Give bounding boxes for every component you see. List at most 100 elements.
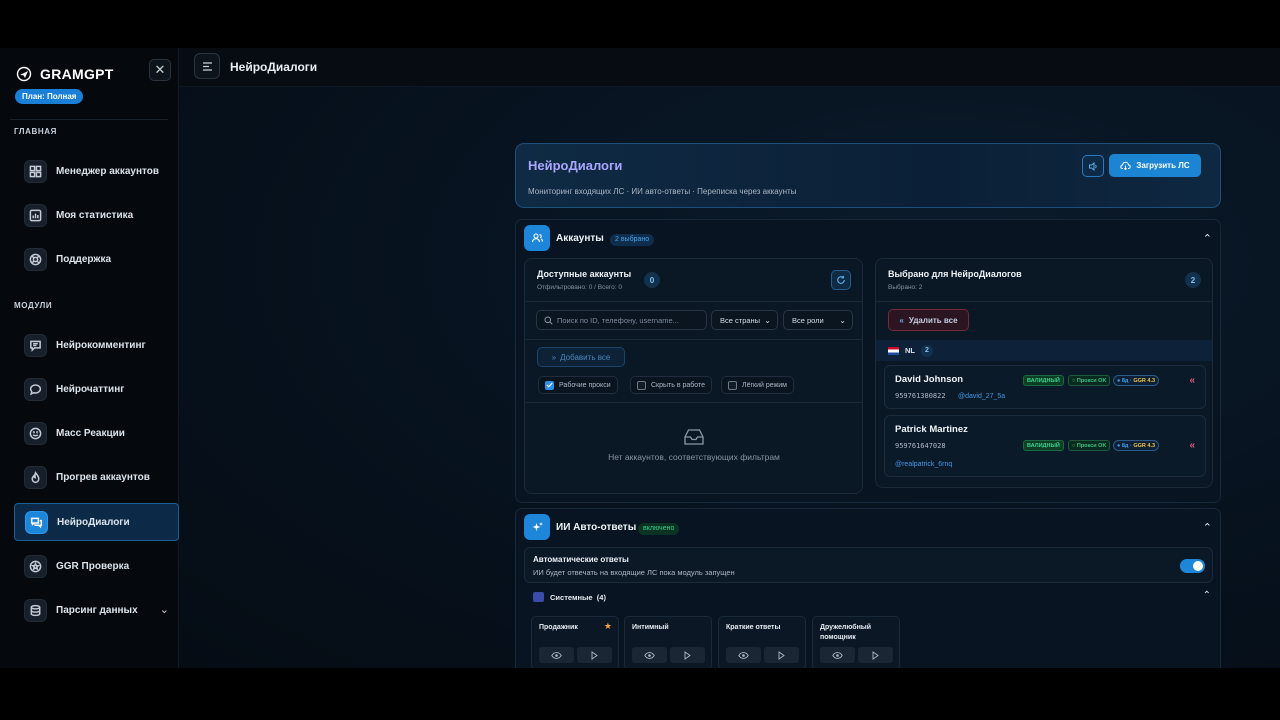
country-group-nl[interactable]: NL 2: [876, 340, 1212, 361]
eye-icon: [644, 651, 655, 659]
proxy-label: Прокси OK: [1076, 443, 1107, 449]
list-icon: [533, 592, 544, 602]
country-count: 2: [921, 344, 933, 357]
system-templates-label: Системные (4): [550, 593, 606, 602]
preview-button[interactable]: [539, 647, 574, 663]
system-templates-header[interactable]: Системные (4) ⌃: [524, 590, 1213, 606]
selected-count-badge: 2 выбрано: [610, 234, 655, 246]
template-card[interactable]: Краткие ответы: [718, 616, 806, 668]
app-window: GRAMGPT ✕ План: Полная ГЛАВНАЯ Менеджер …: [0, 48, 1280, 668]
refresh-button[interactable]: [831, 270, 851, 290]
double-chevron-right-icon: »: [551, 352, 557, 362]
sidebar-item-ggr-check[interactable]: GGR Проверка: [14, 547, 179, 585]
auto-reply-subtitle: ИИ будет отвечать на входящие ЛС пока мо…: [533, 568, 735, 577]
sidebar-item-neurodialogs[interactable]: НейроДиалоги: [14, 503, 179, 541]
chevron-down-icon[interactable]: ⌄: [160, 603, 169, 616]
role-select[interactable]: Все роли ⌄: [783, 310, 853, 330]
age-label: 8д: [1121, 443, 1129, 449]
add-all-button[interactable]: » Добавить все: [537, 347, 625, 367]
account-name: Patrick Martinez: [895, 424, 968, 435]
sidebar-item-label: Менеджер аккаунтов: [56, 165, 160, 177]
preview-button[interactable]: [726, 647, 761, 663]
star-icon[interactable]: ★: [604, 621, 612, 632]
proxy-badge: ○ Прокси OK: [1068, 440, 1111, 451]
chevron-up-icon[interactable]: ⌃: [1203, 590, 1211, 601]
template-card[interactable]: Интимный: [624, 616, 712, 668]
star-badge-icon: [24, 554, 47, 578]
account-card[interactable]: David Johnson 959761380822 @david_27_5a …: [884, 365, 1206, 409]
sidebar-item-label: Моя статистика: [56, 209, 134, 221]
sidebar-section-modules: МОДУЛИ: [14, 301, 53, 310]
chevron-up-icon[interactable]: ⌃: [1203, 232, 1212, 245]
sidebar-item-neurochatting[interactable]: Нейрочаттинг: [14, 370, 179, 408]
sidebar-item-account-manager[interactable]: Менеджер аккаунтов: [14, 152, 179, 190]
sound-toggle-button[interactable]: [1082, 155, 1104, 177]
load-dm-button[interactable]: Загрузить ЛС: [1109, 154, 1201, 177]
account-username[interactable]: @david_27_5a: [958, 393, 1005, 400]
sidebar-divider: [10, 119, 168, 120]
selected-subtitle: Выбрано: 2: [888, 284, 923, 291]
speaker-icon: [1088, 161, 1097, 171]
role-select-value: Все роли: [792, 315, 824, 325]
checkbox-checked[interactable]: [545, 380, 554, 390]
account-name: David Johnson: [895, 374, 964, 385]
flame-icon: [24, 465, 47, 489]
run-button[interactable]: [764, 647, 799, 663]
sidebar-item-support[interactable]: Поддержка: [14, 240, 179, 278]
sidebar-item-data-parsing[interactable]: Парсинг данных ⌄: [14, 591, 179, 629]
enabled-badge: включено: [638, 523, 680, 535]
chevron-up-icon[interactable]: ⌃: [1203, 521, 1212, 534]
lifebuoy-icon: [24, 247, 47, 271]
auto-reply-toggle-row: Автоматические ответы ИИ будет отвечать …: [524, 547, 1213, 583]
eye-icon: [832, 651, 843, 659]
sidebar-item-mass-reactions[interactable]: Масс Реакции: [14, 414, 179, 452]
inbox-icon: [684, 429, 704, 445]
plan-badge: План: Полная: [15, 89, 84, 104]
preview-button[interactable]: [632, 647, 667, 663]
sidebar-item-label: Нейрокомментинг: [56, 339, 146, 351]
filter-light-mode[interactable]: Лёгкий режим: [721, 376, 794, 394]
run-button[interactable]: [670, 647, 705, 663]
cloud-download-icon: [1120, 161, 1132, 170]
ggr-badge: ● 8д · GGR 4.3: [1113, 440, 1160, 451]
country-select-value: Все страны: [720, 315, 761, 325]
template-card[interactable]: Продажник ★: [531, 616, 619, 668]
sidebar-item-neurocommenting[interactable]: Нейрокомментинг: [14, 326, 179, 364]
proxy-label: Прокси OK: [1076, 378, 1107, 384]
brand[interactable]: GRAMGPT: [16, 66, 114, 82]
search-input[interactable]: Поиск по ID, телефону, username...: [536, 310, 707, 330]
checkbox-unchecked[interactable]: [728, 380, 737, 390]
menu-toggle-button[interactable]: [194, 53, 220, 79]
double-chevron-left-icon: «: [899, 315, 904, 325]
close-sidebar-button[interactable]: ✕: [149, 59, 171, 81]
remove-all-button[interactable]: « Удалить все: [888, 309, 969, 331]
ggr-label: GGR 4.3: [1133, 378, 1156, 384]
run-button[interactable]: [577, 647, 612, 663]
remove-account-icon[interactable]: «: [1189, 440, 1195, 451]
filter-working-proxy[interactable]: Рабочие прокси: [538, 376, 618, 394]
remove-account-icon[interactable]: «: [1189, 375, 1195, 386]
run-button[interactable]: [858, 647, 893, 663]
status-badge: ВАЛИДНЫЙ: [1023, 375, 1064, 386]
topbar: НейроДиалоги: [179, 48, 1280, 87]
module-header: НейроДиалоги Мониторинг входящих ЛС · ИИ…: [515, 143, 1221, 208]
play-icon: [591, 650, 598, 660]
dialogs-icon: [25, 510, 48, 534]
sidebar: GRAMGPT ✕ План: Полная ГЛАВНАЯ Менеджер …: [0, 48, 179, 668]
country-select[interactable]: Все страны ⌄: [711, 310, 778, 330]
play-icon: [684, 650, 691, 660]
account-card[interactable]: Patrick Martinez 959761647028 @realpatri…: [884, 415, 1206, 477]
smile-icon: [24, 421, 47, 445]
selected-count: 2: [1185, 272, 1201, 288]
sidebar-item-statistics[interactable]: Моя статистика: [14, 196, 179, 234]
grid-icon: [24, 159, 47, 183]
auto-reply-switch[interactable]: [1180, 559, 1205, 573]
sidebar-item-warmup[interactable]: Прогрев аккаунтов: [14, 458, 179, 496]
eye-icon: [738, 651, 749, 659]
account-username[interactable]: @realpatrick_6rnq: [895, 461, 952, 468]
template-card[interactable]: Дружелюбный помощник: [812, 616, 900, 668]
filter-hide-in-work[interactable]: Скрыть в работе: [630, 376, 713, 394]
preview-button[interactable]: [820, 647, 855, 663]
eye-icon: [551, 651, 562, 659]
checkbox-unchecked[interactable]: [637, 380, 646, 390]
